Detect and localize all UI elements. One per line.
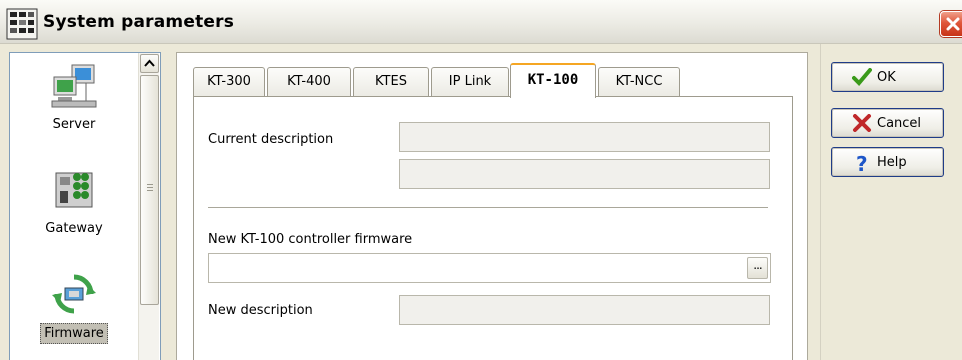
window-title: System parameters xyxy=(43,12,235,32)
tab-kt-ncc[interactable]: KT-NCC xyxy=(598,67,680,97)
firmware-file-input[interactable]: ... xyxy=(208,253,771,283)
tab-ktes[interactable]: KTES xyxy=(353,67,429,97)
current-description-label: Current description xyxy=(208,132,334,147)
tab-kt-300[interactable]: KT-300 xyxy=(193,67,265,97)
app-grid-icon xyxy=(6,8,38,40)
current-description-field-2 xyxy=(399,159,770,189)
section-divider xyxy=(208,207,768,209)
tab-kt-400[interactable]: KT-400 xyxy=(267,67,351,97)
tab-kt-100[interactable]: KT-100 xyxy=(510,63,596,98)
scroll-up-button[interactable] xyxy=(140,54,159,73)
current-description-field-1 xyxy=(399,122,770,152)
nav-item-server[interactable]: Server xyxy=(10,63,138,134)
cancel-button[interactable]: Cancel xyxy=(831,108,944,138)
new-description-field[interactable] xyxy=(399,295,770,325)
tab-ip-link[interactable]: IP Link xyxy=(431,67,509,97)
help-button[interactable]: ? Help xyxy=(831,147,944,177)
firmware-icon xyxy=(52,274,96,314)
svg-text:?: ? xyxy=(856,153,868,173)
nav-item-firmware[interactable]: Firmware xyxy=(10,271,138,344)
ok-button[interactable]: OK xyxy=(831,62,944,92)
vertical-scrollbar[interactable] xyxy=(138,53,159,360)
new-description-label: New description xyxy=(208,303,313,318)
nav-item-label: Firmware xyxy=(40,323,108,344)
close-icon xyxy=(946,17,960,31)
help-question-icon: ? xyxy=(856,153,868,173)
nav-item-gateway[interactable]: Gateway xyxy=(10,167,138,238)
gateway-icon xyxy=(55,172,93,208)
new-firmware-label: New KT-100 controller firmware xyxy=(208,232,413,247)
cancel-button-label: Cancel xyxy=(877,116,922,131)
close-button[interactable] xyxy=(940,11,962,37)
nav-item-label: Server xyxy=(52,117,96,132)
browse-button[interactable]: ... xyxy=(747,257,768,279)
server-icon xyxy=(51,64,97,108)
category-list[interactable]: Server Gateway Firmware xyxy=(9,52,161,360)
title-bar: System parameters xyxy=(0,0,962,44)
ok-button-label: OK xyxy=(877,70,896,85)
nav-item-label: Gateway xyxy=(45,221,103,236)
scroll-thumb[interactable] xyxy=(140,75,159,305)
chevron-up-icon xyxy=(144,59,155,67)
checkmark-icon xyxy=(852,68,872,86)
help-button-label: Help xyxy=(877,155,907,170)
cancel-x-icon xyxy=(853,114,871,132)
